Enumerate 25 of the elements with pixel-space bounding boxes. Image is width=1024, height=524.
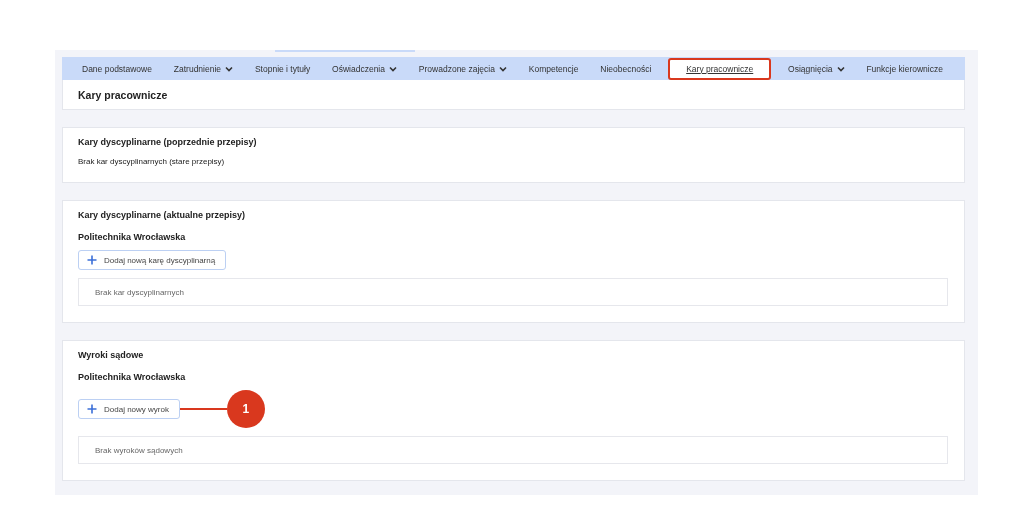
section-title: Kary dyscyplinarne (aktualne przepisy) (78, 210, 247, 220)
add-button[interactable]: Dodaj nową karę dyscyplinarną (78, 250, 227, 270)
nav-tab[interactable]: Nieobecności (595, 57, 657, 80)
plus-icon (87, 404, 97, 414)
nav-tab[interactable]: Prowadzone zajęcia (413, 57, 512, 80)
section-title: Kary dyscyplinarne (poprzednie przepisy) (78, 137, 258, 147)
leader-line (179, 408, 227, 410)
add-button[interactable]: Dodaj nowy wyrok (78, 399, 180, 419)
organization-name: Politechnika Wrocławska (78, 232, 187, 242)
nav-tab[interactable]: Oświadczenia (327, 57, 402, 80)
nav-tab[interactable]: Kompetencje (523, 57, 584, 80)
page-title: Kary pracownicze (78, 88, 168, 101)
organization-name: Politechnika Wrocławska (78, 372, 187, 382)
plus-icon (87, 255, 97, 265)
nav-tab[interactable]: Osiągnięcia (783, 57, 850, 80)
nav-tab[interactable]: Funkcje kierownicze (861, 57, 948, 80)
nav-tab[interactable]: Zatrudnienie (168, 57, 239, 80)
empty-message: Brak kar dyscyplinarnych (95, 287, 184, 297)
section-text: Brak kar dyscyplinarnych (stare przepisy) (78, 157, 226, 166)
empty-message: Brak wyroków sądowych (95, 445, 183, 455)
callout-badge: 1 (226, 390, 265, 428)
nav-tab[interactable]: Dane podstawowe (77, 57, 157, 80)
section-title: Wyroki sądowe (78, 350, 145, 360)
nav-tab[interactable]: Stopnie i tytuły (249, 57, 316, 80)
nav-tab[interactable]: Kary pracownicze (668, 57, 772, 80)
